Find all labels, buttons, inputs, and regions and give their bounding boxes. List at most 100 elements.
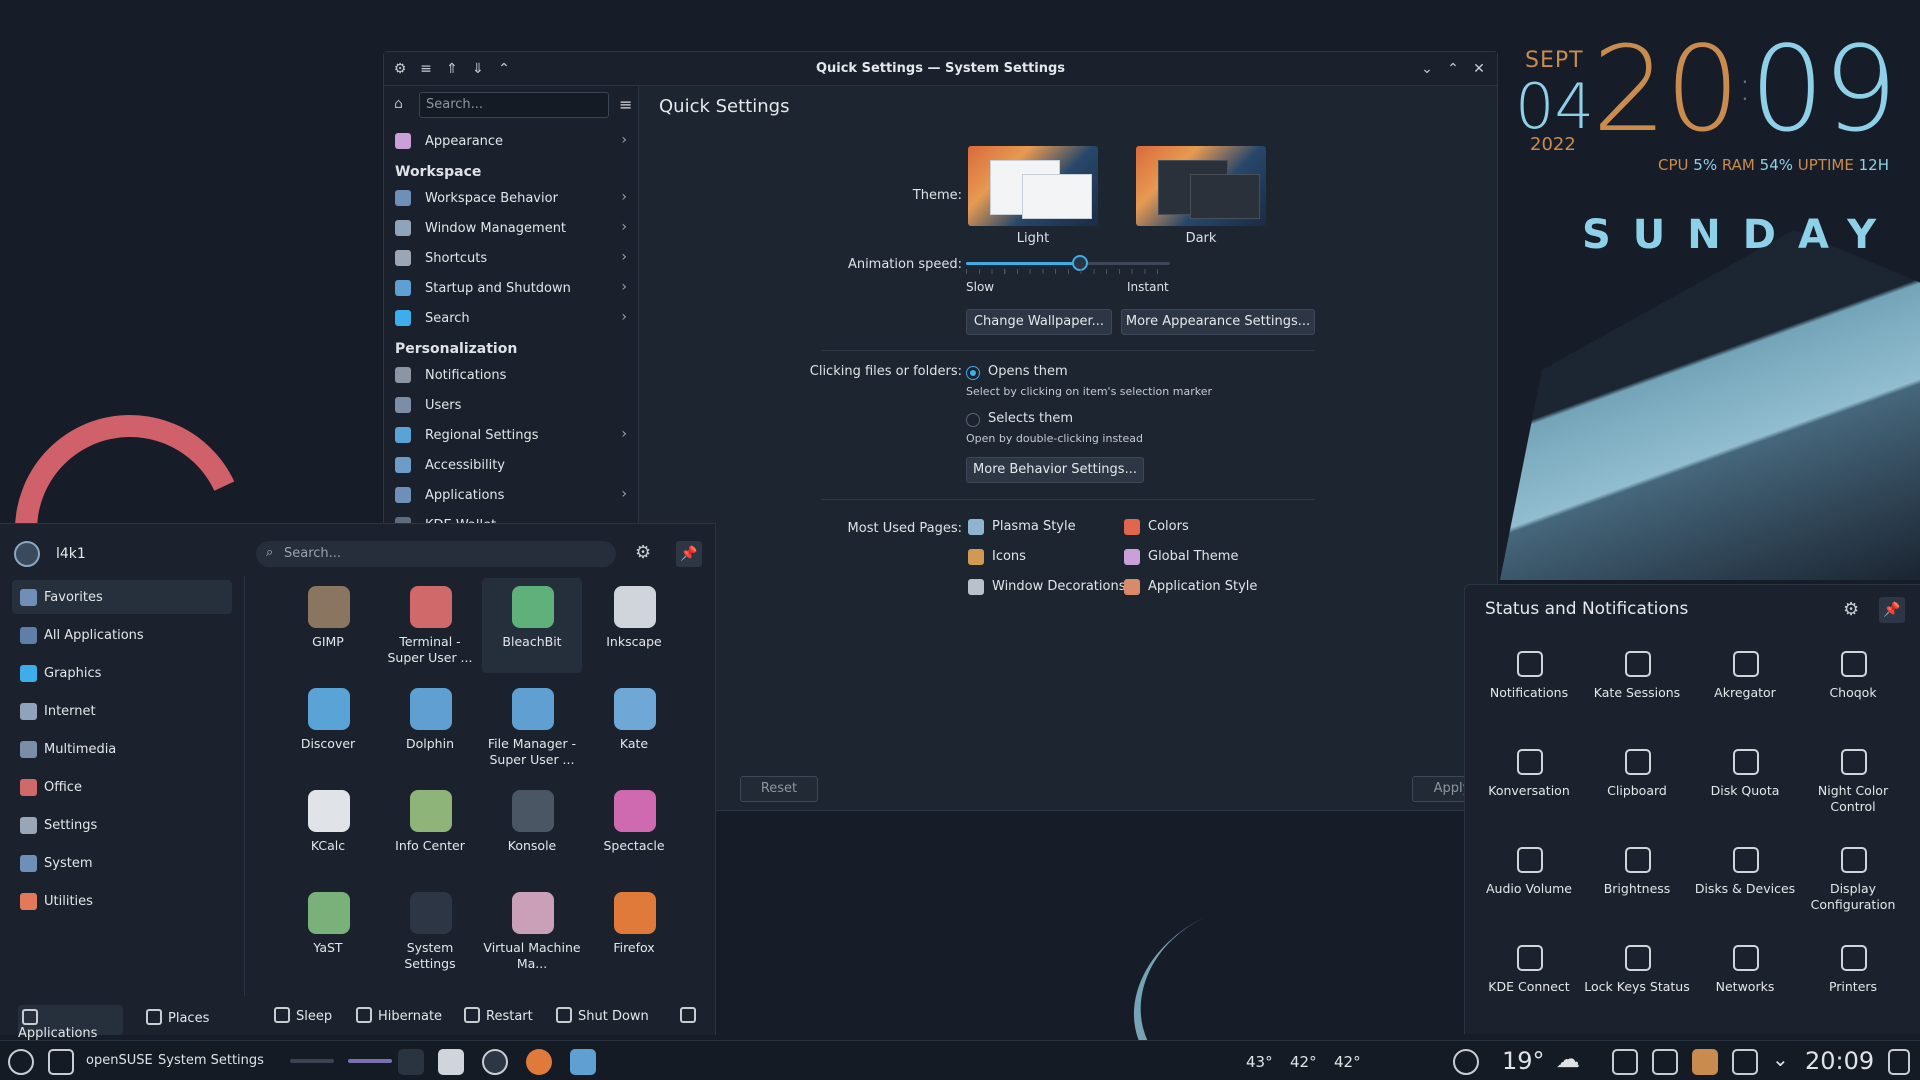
category-favorites[interactable]: Favorites	[12, 580, 232, 614]
pin-icon[interactable]: 📌	[676, 541, 702, 567]
upload-icon[interactable]	[1612, 1049, 1638, 1075]
status-konversation[interactable]: Konversation	[1475, 743, 1583, 823]
pager-indicator-active[interactable]	[348, 1059, 392, 1063]
app-kate[interactable]: Kate	[584, 680, 684, 775]
category-settings[interactable]: Settings	[12, 808, 232, 842]
status-kde-connect[interactable]: KDE Connect	[1475, 939, 1583, 1019]
reset-button[interactable]: Reset	[740, 776, 818, 802]
app-system-settings[interactable]: System Settings	[380, 884, 480, 979]
sidebar-item-appearance[interactable]: Appearance ›	[384, 126, 639, 156]
pager-indicator[interactable]	[290, 1059, 334, 1063]
places-tab[interactable]: Places	[146, 1009, 209, 1033]
status-choqok[interactable]: Choqok	[1799, 645, 1907, 725]
category-graphics[interactable]: Graphics	[12, 656, 232, 690]
sidebar-item-startup-and-shutdown[interactable]: Startup and Shutdown ›	[384, 273, 639, 303]
category-all-applications[interactable]: All Applications	[12, 618, 232, 652]
app-kcalc[interactable]: KCalc	[278, 782, 378, 877]
more-appearance-settings-button[interactable]: More Appearance Settings...	[1121, 309, 1315, 335]
minimize-icon[interactable]: ⌄	[1417, 59, 1437, 79]
app-terminal-super-user[interactable]: Terminal - Super User ...	[380, 578, 480, 673]
app-virtual-machine-ma[interactable]: Virtual Machine Ma...	[482, 884, 582, 979]
gear-icon[interactable]: ⚙	[635, 542, 651, 563]
restart-button[interactable]: Restart	[464, 1007, 533, 1031]
taskbar-clock[interactable]: 20:09	[1805, 1047, 1874, 1075]
sidebar-item-applications[interactable]: Applications ›	[384, 480, 639, 510]
sidebar-item-regional-settings[interactable]: Regional Settings ›	[384, 420, 639, 450]
firefox-task-icon[interactable]	[526, 1049, 552, 1075]
app-discover[interactable]: Discover	[278, 680, 378, 775]
desktop-pager[interactable]	[398, 1049, 424, 1075]
category-system[interactable]: System	[12, 846, 232, 880]
status-audio-volume[interactable]: Audio Volume	[1475, 841, 1583, 921]
status-disks-devices[interactable]: Disks & Devices	[1691, 841, 1799, 921]
status-brightness[interactable]: Brightness	[1583, 841, 1691, 921]
status-akregator[interactable]: Akregator	[1691, 645, 1799, 725]
category-internet[interactable]: Internet	[12, 694, 232, 728]
app-bleachbit[interactable]: BleachBit	[482, 578, 582, 673]
sidebar-item-users[interactable]: Users	[384, 390, 639, 420]
sidebar-item-search[interactable]: Search ›	[384, 303, 639, 333]
launcher-search-input[interactable]: ⌕ Search...	[256, 541, 616, 567]
theme-light-thumbnail[interactable]	[968, 146, 1098, 226]
settings-task-icon[interactable]	[482, 1049, 508, 1075]
leave-button[interactable]	[680, 1007, 702, 1031]
hibernate-button[interactable]: Hibernate	[356, 1007, 442, 1031]
sidebar-search-input[interactable]: Search...	[419, 92, 609, 118]
cloud-icon[interactable]: ☁	[1556, 1045, 1580, 1073]
dolphin-task-icon[interactable]	[570, 1049, 596, 1075]
app-inkscape[interactable]: Inkscape	[584, 578, 684, 673]
inkscape-task-icon[interactable]	[438, 1049, 464, 1075]
show-desktop-icon[interactable]	[1888, 1049, 1910, 1075]
task-opensuse[interactable]: openSUSE	[86, 1053, 153, 1068]
sleep-button[interactable]: Sleep	[274, 1007, 332, 1031]
launcher-icon[interactable]	[8, 1049, 34, 1075]
sidebar-item-notifications[interactable]: Notifications	[384, 360, 639, 390]
pin-icon[interactable]: 📌	[1879, 597, 1905, 623]
close-icon[interactable]: ✕	[1469, 59, 1489, 79]
applications-tab[interactable]: Applications	[18, 1005, 123, 1041]
theme-dark-thumbnail[interactable]	[1136, 146, 1266, 226]
status-disk-quota[interactable]: Disk Quota	[1691, 743, 1799, 823]
weather-temp[interactable]: 19°	[1502, 1047, 1545, 1075]
app-firefox[interactable]: Firefox	[584, 884, 684, 979]
sidebar-menu-icon[interactable]: ≡	[619, 95, 632, 114]
app-yast[interactable]: YaST	[278, 884, 378, 979]
app-spectacle[interactable]: Spectacle	[584, 782, 684, 877]
status-night-color-control[interactable]: Night Color Control	[1799, 743, 1907, 823]
change-wallpaper-button[interactable]: Change Wallpaper...	[966, 309, 1112, 335]
app-file-manager-super-user[interactable]: File Manager - Super User ...	[482, 680, 582, 775]
status-display-configuration[interactable]: Display Configuration	[1799, 841, 1907, 921]
selects-them-radio[interactable]	[966, 413, 980, 427]
opens-them-radio[interactable]	[966, 366, 980, 380]
avatar[interactable]	[14, 541, 40, 567]
tray-app-icon[interactable]	[1692, 1049, 1718, 1075]
status-notifications[interactable]: Notifications	[1475, 645, 1583, 725]
sidebar-item-shortcuts[interactable]: Shortcuts ›	[384, 243, 639, 273]
category-utilities[interactable]: Utilities	[12, 884, 232, 918]
home-icon[interactable]: ⌂	[394, 96, 403, 112]
animation-slider-track[interactable]	[966, 255, 1170, 271]
category-office[interactable]: Office	[12, 770, 232, 804]
window-list-icon[interactable]	[48, 1049, 74, 1075]
status-lock-keys-status[interactable]: Lock Keys Status	[1583, 939, 1691, 1019]
opensuse-icon[interactable]	[1453, 1049, 1479, 1075]
pause-icon[interactable]	[1732, 1049, 1758, 1075]
shutdown-button[interactable]: Shut Down	[556, 1007, 649, 1031]
app-konsole[interactable]: Konsole	[482, 782, 582, 877]
sidebar-item-workspace-behavior[interactable]: Workspace Behavior ›	[384, 183, 639, 213]
status-networks[interactable]: Networks	[1691, 939, 1799, 1019]
status-clipboard[interactable]: Clipboard	[1583, 743, 1691, 823]
music-icon[interactable]	[1652, 1049, 1678, 1075]
status-printers[interactable]: Printers	[1799, 939, 1907, 1019]
chevron-down-icon[interactable]: ⌄	[1772, 1047, 1789, 1071]
gear-icon[interactable]: ⚙	[1843, 599, 1859, 620]
task-system-settings[interactable]: System Settings	[158, 1053, 264, 1068]
maximize-icon[interactable]: ⌃	[1443, 59, 1463, 79]
app-gimp[interactable]: GIMP	[278, 578, 378, 673]
sidebar-item-accessibility[interactable]: Accessibility	[384, 450, 639, 480]
app-info-center[interactable]: Info Center	[380, 782, 480, 877]
status-kate-sessions[interactable]: Kate Sessions	[1583, 645, 1691, 725]
app-dolphin[interactable]: Dolphin	[380, 680, 480, 775]
sidebar-item-window-management[interactable]: Window Management ›	[384, 213, 639, 243]
category-multimedia[interactable]: Multimedia	[12, 732, 232, 766]
